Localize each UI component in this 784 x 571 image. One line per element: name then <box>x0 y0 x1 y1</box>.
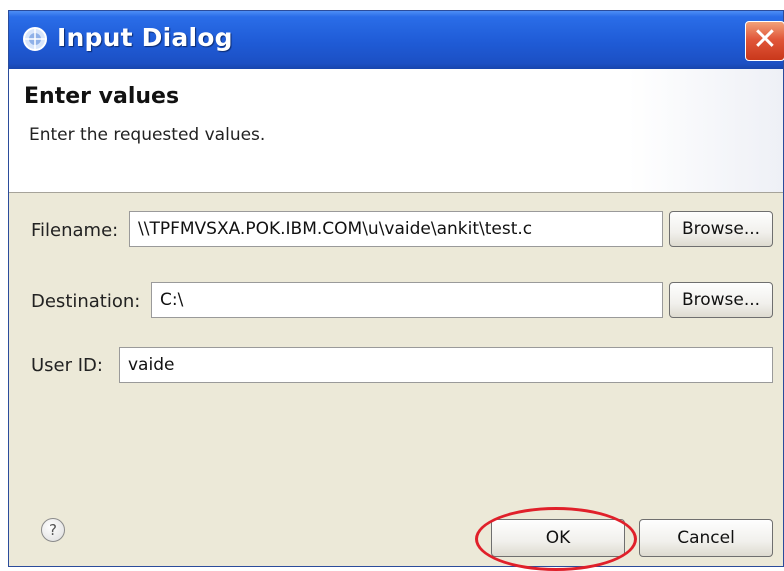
ok-button[interactable]: OK <box>491 519 625 557</box>
user-id-label: User ID: <box>31 355 103 376</box>
header-title: Enter values <box>24 84 180 109</box>
destination-browse-button[interactable]: Browse... <box>669 282 773 318</box>
title-bar[interactable]: Input Dialog ✕ <box>9 11 784 69</box>
window-title: Input Dialog <box>57 23 233 52</box>
header-panel: Enter values Enter the requested values. <box>9 69 783 193</box>
help-icon: ? <box>49 521 57 539</box>
globe-icon <box>23 27 47 51</box>
header-description: Enter the requested values. <box>29 125 266 145</box>
destination-label: Destination: <box>31 291 141 312</box>
cancel-button[interactable]: Cancel <box>639 519 773 557</box>
user-id-input[interactable] <box>119 347 773 383</box>
filename-label: Filename: <box>31 220 119 241</box>
help-button[interactable]: ? <box>41 518 65 542</box>
filename-input[interactable] <box>129 211 663 247</box>
close-icon: ✕ <box>752 22 778 57</box>
destination-input[interactable] <box>151 282 663 318</box>
input-dialog-window: Input Dialog ✕ Enter values Enter the re… <box>8 10 784 571</box>
filename-browse-button[interactable]: Browse... <box>669 211 773 247</box>
close-button[interactable]: ✕ <box>745 21 784 61</box>
